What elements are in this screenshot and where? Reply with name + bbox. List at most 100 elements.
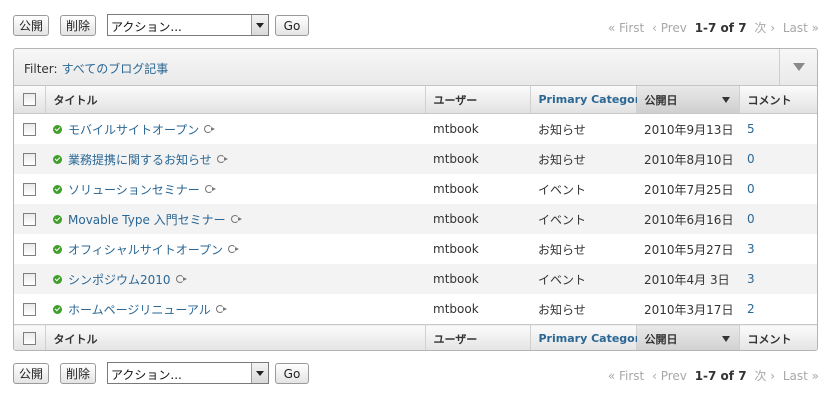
entry-comments-link[interactable]: 0 <box>747 182 755 196</box>
select-all-checkbox-footer[interactable] <box>14 324 46 350</box>
entry-title-link[interactable]: 業務提携に関するお知らせ <box>68 153 212 167</box>
entry-title-link[interactable]: Movable Type 入門セミナー <box>68 213 226 227</box>
entry-user: mtbook <box>433 122 479 136</box>
column-header-comments[interactable]: コメント <box>739 86 817 114</box>
entry-comments-cell: 0 <box>739 144 817 174</box>
entry-title-cell: Movable Type 入門セミナー <box>45 204 425 234</box>
first-page-link[interactable]: « First <box>608 369 644 383</box>
last-page-link[interactable]: Last » <box>783 21 819 35</box>
table-row: Movable Type 入門セミナー mtbook イベント 2010年6月16日 0 <box>14 204 817 234</box>
entry-title-cell: ソリューションセミナー <box>45 174 425 204</box>
publish-button[interactable]: 公開 <box>13 15 50 36</box>
view-entry-icon[interactable] <box>175 275 188 283</box>
sort-desc-icon <box>721 336 730 342</box>
entry-user: mtbook <box>433 242 479 256</box>
entry-category: イベント <box>530 264 636 294</box>
view-entry-icon[interactable] <box>204 185 217 193</box>
delete-button-bottom[interactable]: 削除 <box>60 363 97 384</box>
column-header-user[interactable]: ユーザー <box>425 86 531 114</box>
entry-title-link[interactable]: シンポジウム2010 <box>68 273 171 287</box>
entry-title-link[interactable]: ホームページリニューアル <box>68 303 211 317</box>
column-footer-date-label[interactable]: 公開日 <box>645 333 678 346</box>
published-status-icon <box>53 154 62 164</box>
row-checkbox[interactable] <box>14 294 45 325</box>
entry-comments-link[interactable]: 2 <box>747 302 755 316</box>
chevron-down-icon[interactable] <box>251 15 268 35</box>
entry-date: 2010年8月10日 <box>636 144 739 174</box>
chevron-down-icon[interactable] <box>251 363 268 383</box>
action-select-bottom[interactable]: アクション... <box>107 362 269 384</box>
filter-label: Filter: すべてのブログ記事 <box>24 60 168 77</box>
entry-category: お知らせ <box>538 122 586 137</box>
column-header-title[interactable]: タイトル <box>45 86 426 114</box>
entry-comments-link[interactable]: 0 <box>747 212 755 226</box>
next-page-link[interactable]: 次 › <box>754 21 775 35</box>
entry-title-link[interactable]: オフィシャルサイトオープン <box>68 243 223 257</box>
entry-title-link[interactable]: ソリューションセミナー <box>68 183 200 197</box>
table-row: オフィシャルサイトオープン mtbook お知らせ 2010年5月27日 3 <box>14 234 817 264</box>
entry-title-link[interactable]: モバイルサイトオープン <box>68 123 199 137</box>
table-row: モバイルサイトオープン mtbook お知らせ 2010年9月13日 5 <box>14 114 817 145</box>
go-button[interactable]: Go <box>275 15 309 36</box>
entry-comments-cell: 2 <box>739 294 817 325</box>
last-page-link[interactable]: Last » <box>783 369 819 383</box>
entry-user: mtbook <box>433 182 479 196</box>
entry-comments-link[interactable]: 5 <box>747 122 755 136</box>
view-entry-icon[interactable] <box>215 305 228 313</box>
entry-date: 2010年9月13日 <box>644 122 734 137</box>
column-header-category[interactable]: Primary Category <box>530 86 647 114</box>
entry-comments-cell: 0 <box>739 174 817 204</box>
column-footer-category-label[interactable]: Primary Category <box>539 332 648 345</box>
published-status-icon <box>53 214 62 224</box>
row-checkbox[interactable] <box>14 114 45 145</box>
view-entry-icon[interactable] <box>204 125 216 133</box>
view-entry-icon[interactable] <box>228 245 240 253</box>
page-count: 1-7 of 7 <box>694 21 747 35</box>
action-select[interactable]: アクション... <box>107 14 269 36</box>
published-status-icon <box>53 274 62 284</box>
published-status-icon <box>53 304 62 314</box>
column-header-date[interactable]: 公開日 <box>636 86 740 114</box>
column-footer-comments[interactable]: コメント <box>739 324 817 350</box>
next-page-link[interactable]: 次 › <box>754 369 775 383</box>
entry-comments-link[interactable]: 0 <box>747 152 755 166</box>
column-header-category-label[interactable]: Primary Category <box>539 93 648 106</box>
entry-date: 2010年5月27日 <box>644 242 734 257</box>
bottom-action-bar: 公開 削除 アクション... Go « First ‹ Prev 1-7 of … <box>13 361 819 387</box>
entry-user: mtbook <box>425 144 530 174</box>
column-footer-user[interactable]: ユーザー <box>425 324 531 350</box>
filter-bar: Filter: すべてのブログ記事 <box>14 49 817 86</box>
action-select-value-bottom: アクション... <box>111 368 182 382</box>
entry-title-cell: オフィシャルサイトオープン <box>45 234 425 264</box>
view-entry-icon[interactable] <box>216 155 229 163</box>
filter-name[interactable]: すべてのブログ記事 <box>62 62 169 76</box>
entry-comments-cell: 5 <box>739 114 817 145</box>
column-footer-category[interactable]: Primary Category <box>530 324 647 350</box>
delete-button[interactable]: 削除 <box>60 15 97 36</box>
row-checkbox[interactable] <box>14 264 45 294</box>
publish-button-bottom[interactable]: 公開 <box>13 363 50 384</box>
entry-table: タイトル ユーザー Primary Category 公開日 コメント モバイル… <box>14 86 817 350</box>
prev-page-link[interactable]: ‹ Prev <box>652 21 687 35</box>
prev-page-link[interactable]: ‹ Prev <box>652 369 687 383</box>
row-checkbox[interactable] <box>14 144 45 174</box>
go-button-bottom[interactable]: Go <box>275 363 309 384</box>
row-checkbox[interactable] <box>14 204 45 234</box>
first-page-link[interactable]: « First <box>608 21 644 35</box>
entry-title-cell: 業務提携に関するお知らせ <box>45 144 425 174</box>
row-checkbox[interactable] <box>14 234 45 264</box>
filter-toggle-icon[interactable] <box>779 49 817 85</box>
entry-listing: Filter: すべてのブログ記事 タイトル ユーザー Primary Categ… <box>13 48 818 351</box>
pagination: « First ‹ Prev 1-7 of 7 次 › Last » <box>604 19 819 36</box>
entry-comments-cell: 3 <box>739 234 817 264</box>
view-entry-icon[interactable] <box>230 215 243 223</box>
entry-comments-link[interactable]: 3 <box>747 272 755 286</box>
column-footer-date[interactable]: 公開日 <box>636 324 740 350</box>
select-all-checkbox[interactable] <box>14 86 46 114</box>
published-status-icon <box>53 184 62 194</box>
column-header-date-label[interactable]: 公開日 <box>645 94 678 107</box>
row-checkbox[interactable] <box>14 174 45 204</box>
entry-comments-link[interactable]: 3 <box>747 242 755 256</box>
action-select-value: アクション... <box>111 20 182 34</box>
column-footer-title[interactable]: タイトル <box>45 324 426 350</box>
